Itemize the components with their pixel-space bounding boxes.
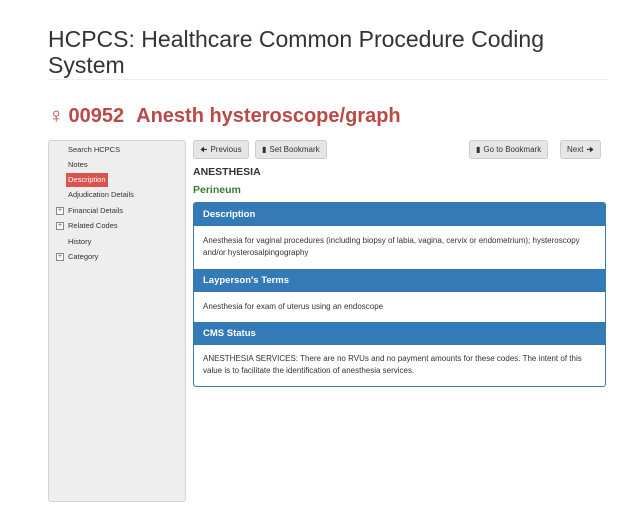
layperson-terms-text: Anesthesia for exam of uterus using an e… — [203, 302, 384, 311]
expand-plus-icon[interactable]: + — [56, 253, 64, 261]
female-symbol-icon: ♀ — [48, 103, 65, 128]
sidebar-item-related-codes[interactable]: + Related Codes — [56, 219, 119, 233]
set-bookmark-button[interactable]: ▮ Set Bookmark — [255, 140, 327, 159]
bookmark-icon: ▮ — [476, 145, 481, 154]
previous-button[interactable]: 🠈 Previous — [193, 140, 249, 159]
sidebar-item-search-hcpcs[interactable]: Search HCPCS — [67, 143, 121, 157]
sidebar-item-notes[interactable]: Notes — [67, 158, 89, 172]
code-number: 00952 — [68, 104, 125, 127]
sidebar-item-adjudication-details[interactable]: Adjudication Details — [67, 188, 135, 202]
sidebar-item-description[interactable]: Description — [66, 173, 108, 187]
sidebar-item-history[interactable]: History — [67, 235, 92, 249]
details-panel: Description Anesthesia for vaginal proce… — [193, 202, 606, 387]
arrow-left-icon: 🠈 — [200, 145, 208, 154]
category-heading: ANESTHESIA — [193, 166, 261, 178]
code-heading: ♀ 00952 Anesth hysteroscope/graph — [48, 102, 401, 130]
arrow-right-icon: 🠊 — [586, 145, 594, 154]
description-text: Anesthesia for vaginal procedures (inclu… — [203, 236, 580, 257]
layperson-terms-heading: Layperson's Terms — [194, 269, 605, 292]
sidebar-item-category[interactable]: + Category — [56, 250, 99, 264]
go-to-bookmark-button[interactable]: ▮ Go to Bookmark — [469, 140, 549, 159]
description-heading: Description — [194, 203, 605, 226]
cms-status-heading: CMS Status — [194, 322, 605, 345]
expand-plus-icon[interactable]: + — [56, 222, 64, 230]
book-icon: ▮ — [262, 145, 267, 154]
page-title: HCPCS: Healthcare Common Procedure Codin… — [48, 26, 544, 78]
subcategory-heading: Perineum — [193, 184, 241, 196]
sidebar-nav: Search HCPCS Notes Description Adjudicat… — [48, 140, 186, 502]
expand-plus-icon[interactable]: + — [56, 207, 64, 215]
next-button[interactable]: Next 🠊 — [560, 140, 601, 159]
code-short-description: Anesth hysteroscope/graph — [136, 104, 401, 127]
title-divider — [48, 79, 608, 80]
cms-status-text: ANESTHESIA SERVICES: There are no RVUs a… — [203, 354, 582, 375]
sidebar-item-financial-details[interactable]: + Financial Details — [56, 204, 124, 218]
